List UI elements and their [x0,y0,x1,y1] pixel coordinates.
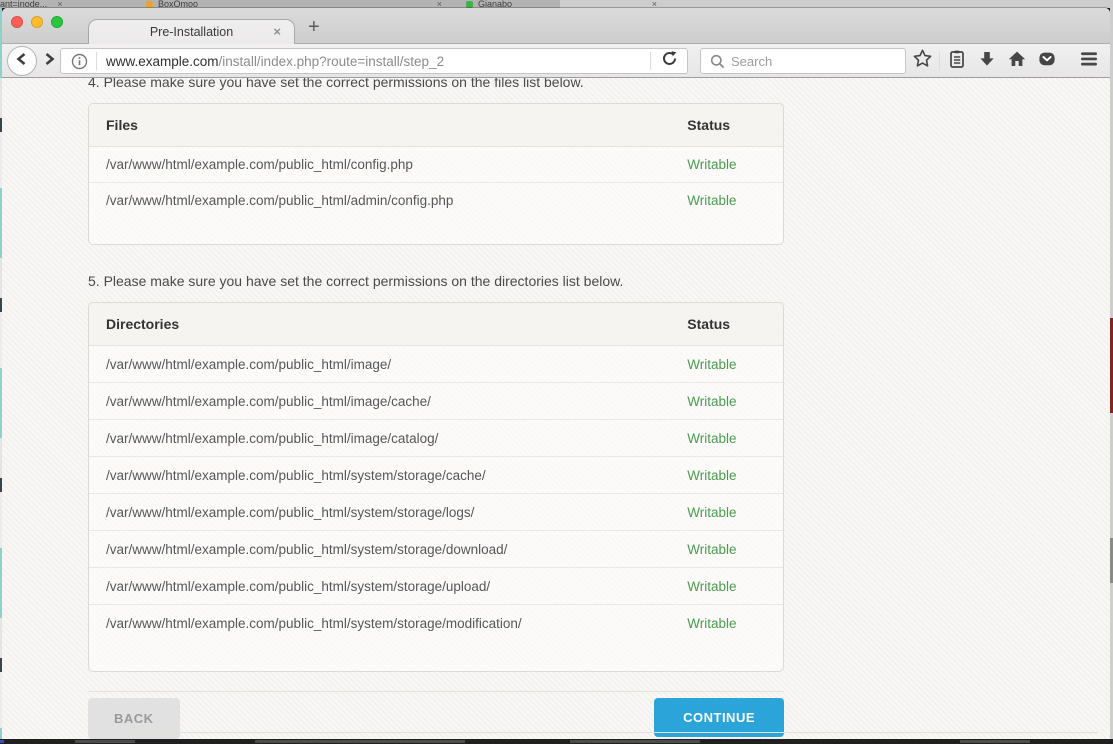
url-host: www.example.com [106,54,219,69]
search-icon [710,54,725,69]
table-row: /var/www/html/example.com/public_html/sy… [89,567,783,604]
status-writable: Writable [687,394,783,409]
info-icon[interactable] [71,53,88,70]
menu-button[interactable] [1074,47,1104,75]
directories-header-label: Directories [106,316,687,332]
bookmark-star-icon [912,48,933,74]
table-row: /var/www/html/example.com/public_html/sy… [89,530,783,567]
file-path: /var/www/html/example.com/public_html/co… [106,157,687,172]
files-panel: Files Status /var/www/html/example.com/p… [88,103,784,245]
directory-path: /var/www/html/example.com/public_html/im… [106,394,687,409]
status-header-label: Status [687,316,783,332]
table-row: /var/www/html/example.com/public_html/sy… [89,493,783,530]
tab-title: Pre-Installation [150,25,233,39]
directory-path: /var/www/html/example.com/public_html/sy… [106,468,687,483]
minimize-window-button[interactable] [31,16,43,28]
tab-strip: Pre-Installation × + [2,8,1110,44]
directory-path: /var/www/html/example.com/public_html/sy… [106,616,687,631]
zoom-window-button[interactable] [51,16,63,28]
bookmark-star-button[interactable] [907,47,937,75]
directories-panel: Directories Status /var/www/html/example… [88,302,784,672]
directory-path: /var/www/html/example.com/public_html/im… [106,431,687,446]
status-writable: Writable [687,431,783,446]
pocket-icon [1037,49,1057,74]
toolbar-buttons [907,47,1104,75]
background-tab: BoxOmoo × [132,0,452,8]
file-path: /var/www/html/example.com/public_html/ad… [106,193,687,208]
search-input[interactable] [731,54,905,69]
forward-icon [41,51,57,72]
background-tab: ant=inode... × [0,0,132,8]
table-row: /var/www/html/example.com/public_html/im… [89,419,783,456]
downloads-button[interactable] [972,47,1002,75]
status-header-label: Status [687,117,783,133]
background-tab-title: Gianabo [478,1,512,8]
forward-button[interactable] [38,51,60,71]
table-row: /var/www/html/example.com/public_html/sy… [89,456,783,493]
window-controls [11,16,63,28]
directory-path: /var/www/html/example.com/public_html/sy… [106,579,687,594]
status-writable: Writable [687,542,783,557]
search-bar[interactable] [700,48,906,74]
new-tab-button[interactable]: + [308,15,320,39]
downloads-icon [977,49,997,74]
tab-pre-installation[interactable]: Pre-Installation × [88,19,295,44]
back-button[interactable] [7,46,37,76]
divider [939,52,940,70]
close-icon: × [437,1,442,8]
back-icon [14,51,30,72]
directory-path: /var/www/html/example.com/public_html/im… [106,357,687,372]
status-writable: Writable [687,505,783,520]
background-tab: Gianabo × [452,0,667,8]
firefox-window: Pre-Installation × + ww [2,8,1110,744]
reload-button[interactable] [651,50,687,72]
files-table-header: Files Status [89,104,783,147]
home-button[interactable] [1002,47,1032,75]
files-header-label: Files [106,117,687,133]
close-icon: × [57,1,62,8]
background-tab-title: ant=inode... [0,1,47,8]
status-writable: Writable [687,157,783,172]
bookmarks-menu-button[interactable] [942,47,972,75]
step5-instruction: 5. Please make sure you have set the cor… [88,271,784,291]
footer-divider [120,732,1098,733]
reload-icon [661,50,678,72]
status-writable: Writable [687,193,783,208]
status-writable: Writable [687,616,783,631]
home-icon [1007,49,1027,74]
favicon-icon [466,1,473,8]
screenshot-root: ant=inode... × BoxOmoo × Gianabo × Pre-I… [0,0,1113,744]
url-bar[interactable]: www.example.com/install/index.php?route=… [60,48,688,74]
close-icon: × [652,1,657,8]
bookmarks-list-icon [947,49,967,74]
table-row: /var/www/html/example.com/public_html/ad… [89,182,783,218]
tab-close-icon[interactable]: × [273,24,281,39]
favicon-icon [146,1,153,8]
table-row: /var/www/html/example.com/public_html/sy… [89,604,783,641]
directory-path: /var/www/html/example.com/public_html/sy… [106,542,687,557]
status-writable: Writable [687,468,783,483]
close-window-button[interactable] [11,16,23,28]
page-content: 4. Please make sure you have set the cor… [2,78,1110,744]
background-tab-title: BoxOmoo [158,1,198,8]
background-window-left-sliver [0,8,2,744]
step4-instruction: 4. Please make sure you have set the cor… [88,78,784,92]
status-writable: Writable [687,579,783,594]
pocket-button[interactable] [1032,47,1062,75]
status-writable: Writable [687,357,783,372]
directories-table-header: Directories Status [89,303,783,346]
menu-icon [1079,50,1099,73]
background-window-bottom-sliver [0,739,1113,744]
directory-path: /var/www/html/example.com/public_html/sy… [106,505,687,520]
navigation-toolbar: www.example.com/install/index.php?route=… [2,44,1110,78]
background-window-top-strip: ant=inode... × BoxOmoo × Gianabo × [0,0,1113,8]
table-row: /var/www/html/example.com/public_html/co… [89,147,783,182]
url-path: /install/index.php?route=install/step_2 [219,54,445,69]
url-text: www.example.com/install/index.php?route=… [97,54,650,69]
table-row: /var/www/html/example.com/public_html/im… [89,346,783,382]
table-row: /var/www/html/example.com/public_html/im… [89,382,783,419]
